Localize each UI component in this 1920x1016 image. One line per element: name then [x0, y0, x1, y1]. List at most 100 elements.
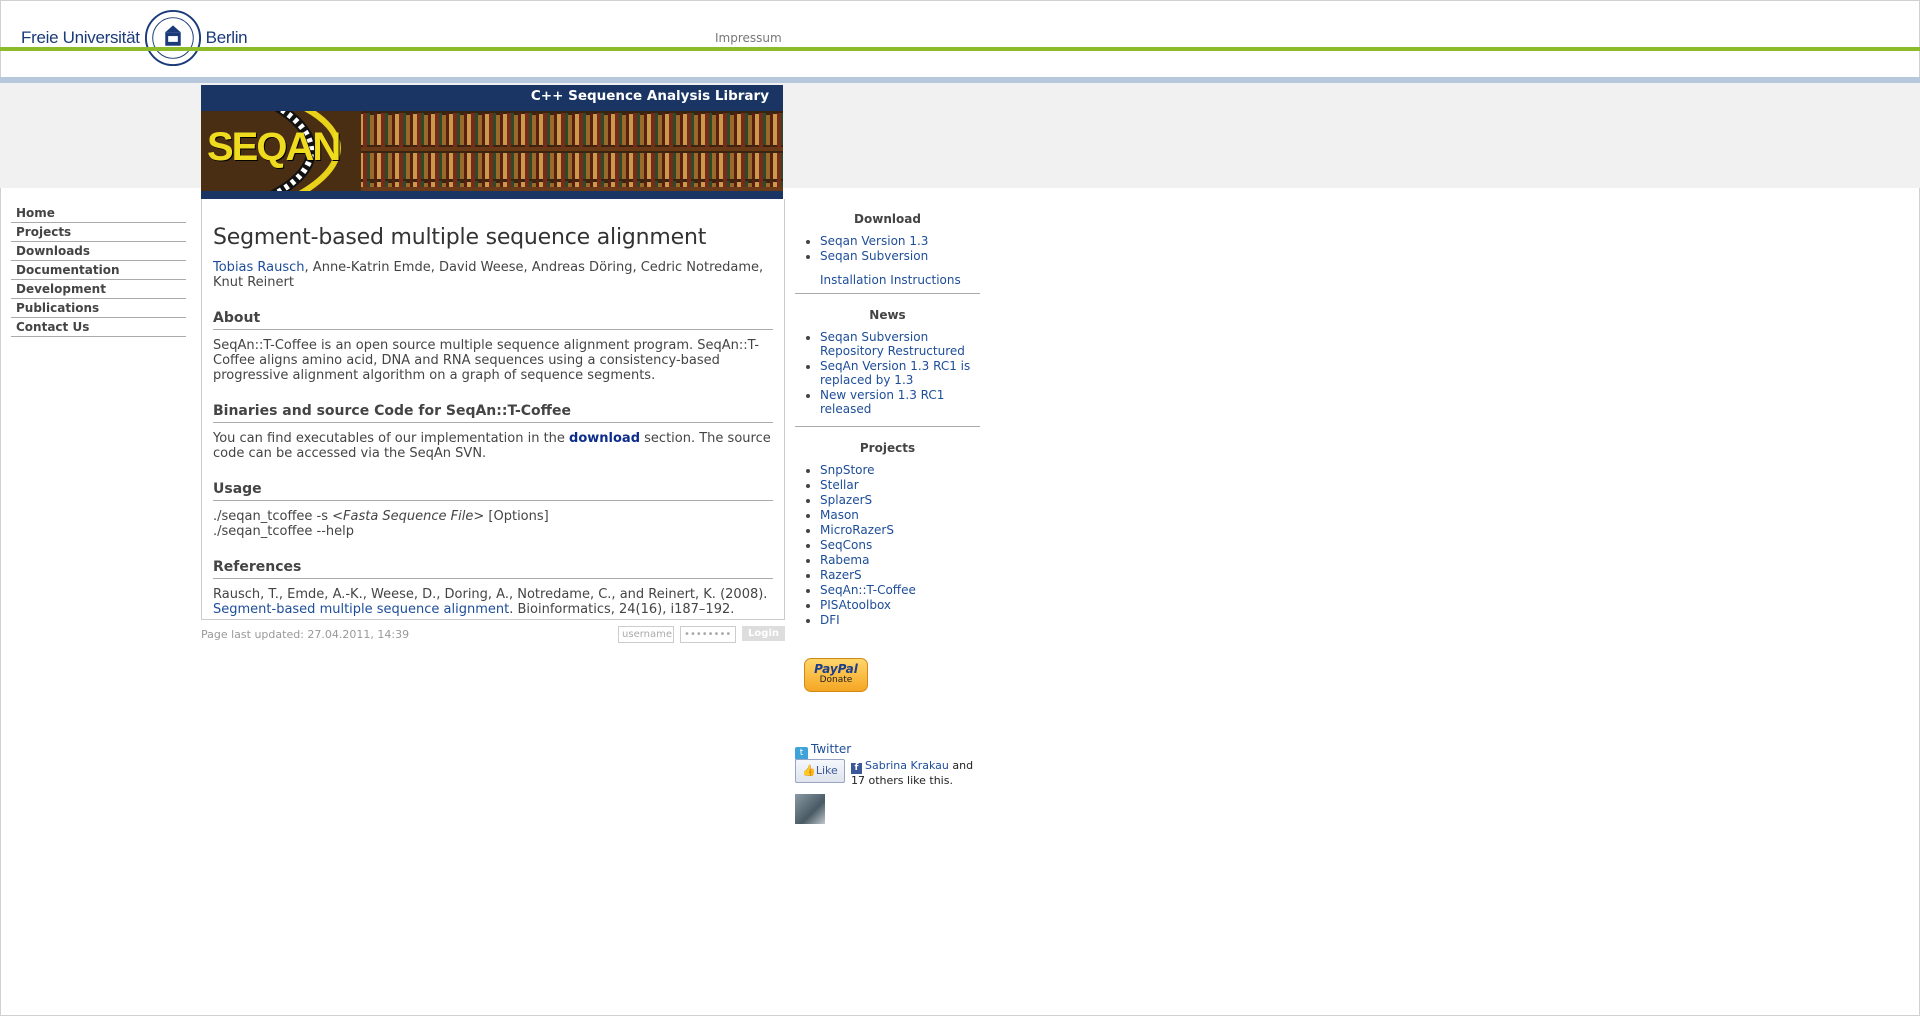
- page-footer: Page last updated: 27.04.2011, 14:39 use…: [201, 626, 785, 643]
- list-item: MicroRazerS: [820, 523, 980, 537]
- download-heading: Download: [854, 212, 921, 226]
- nav-item-downloads[interactable]: Downloads: [11, 242, 186, 261]
- banner-bookshelf-image: SEQAN: [201, 111, 783, 191]
- project-link[interactable]: SnpStore: [820, 463, 875, 477]
- facebook-like-button[interactable]: 👍Like: [795, 759, 845, 783]
- news-list: Seqan Subversion Repository Restructured…: [795, 330, 980, 416]
- password-input[interactable]: ••••••••: [680, 626, 737, 643]
- projects-list: SnpStore Stellar SplazerS Mason MicroRaz…: [795, 463, 980, 627]
- last-updated: Page last updated: 27.04.2011, 14:39: [201, 628, 410, 641]
- project-link[interactable]: SeqAn::T-Coffee: [820, 583, 916, 597]
- project-link[interactable]: Mason: [820, 508, 859, 522]
- nav-item-documentation[interactable]: Documentation: [11, 261, 186, 280]
- divider: [795, 293, 980, 294]
- binaries-heading: Binaries and source Code for SeqAn::T-Co…: [213, 403, 773, 423]
- list-item: RazerS: [820, 568, 980, 582]
- avatar[interactable]: [795, 794, 825, 824]
- download-list: Seqan Version 1.3 Seqan Subversion: [795, 234, 980, 263]
- list-item: Seqan Subversion Repository Restructured: [820, 330, 980, 358]
- news-heading: News: [869, 308, 906, 322]
- paypal-donate-label: Donate: [819, 675, 853, 685]
- list-item: SnpStore: [820, 463, 980, 477]
- list-item: SeqAn Version 1.3 RC1 is replaced by 1.3: [820, 359, 980, 387]
- author-link[interactable]: Tobias Rausch: [213, 260, 305, 275]
- twitter-link[interactable]: Twitter: [811, 742, 851, 756]
- username-input[interactable]: username: [618, 626, 675, 643]
- binaries-text-pre: You can find executables of our implemen…: [213, 431, 570, 446]
- seqan-banner: C++ Sequence Analysis Library SEQAN: [201, 85, 783, 199]
- project-link[interactable]: MicroRazerS: [820, 523, 894, 537]
- list-item: SeqCons: [820, 538, 980, 552]
- download-link-subversion[interactable]: Seqan Subversion: [820, 249, 928, 263]
- news-link[interactable]: New version 1.3 RC1 released: [820, 388, 944, 416]
- facebook-user-link[interactable]: Sabrina Krakau: [865, 759, 949, 772]
- project-link[interactable]: Stellar: [820, 478, 859, 492]
- left-navigation: Home Projects Downloads Documentation De…: [11, 204, 186, 337]
- about-heading: About: [213, 310, 773, 330]
- university-seal-icon: [144, 9, 201, 67]
- page-title: Segment-based multiple sequence alignmen…: [213, 225, 707, 250]
- login-form: username •••••••• Login: [618, 626, 785, 643]
- reference-post: . Bioinformatics, 24(16), i187–192.: [509, 602, 735, 617]
- main-content: Segment-based multiple sequence alignmen…: [201, 199, 785, 620]
- list-item: DFI: [820, 613, 980, 627]
- university-name-right: Berlin: [205, 28, 248, 47]
- twitter-widget: t Twitter: [795, 742, 851, 760]
- project-link[interactable]: Rabema: [820, 553, 869, 567]
- header-green-line: [0, 47, 1920, 51]
- banner-title: C++ Sequence Analysis Library: [530, 88, 769, 104]
- facebook-like-text: f Sabrina Krakau and 17 others like this.: [851, 759, 980, 788]
- usage-line-1-post: > [Options]: [473, 509, 549, 524]
- university-name-left: Freie Universität: [21, 28, 140, 47]
- list-item: New version 1.3 RC1 released: [820, 388, 980, 416]
- reference-text: Rausch, T., Emde, A.-K., Weese, D., Dori…: [213, 587, 773, 617]
- paypal-donate-button[interactable]: PayPal Donate: [804, 658, 868, 692]
- list-item: SeqAn::T-Coffee: [820, 583, 980, 597]
- divider: [795, 426, 980, 427]
- list-item: Mason: [820, 508, 980, 522]
- facebook-icon: f: [851, 763, 862, 774]
- project-link[interactable]: SplazerS: [820, 493, 872, 507]
- university-logo[interactable]: Freie Universität Berlin: [21, 6, 248, 70]
- download-link-seqan-1-3[interactable]: Seqan Version 1.3: [820, 234, 928, 248]
- nav-item-publications[interactable]: Publications: [11, 299, 186, 318]
- usage-line-1-pre: ./seqan_tcoffee -s <: [213, 509, 344, 524]
- project-link[interactable]: PISAtoolbox: [820, 598, 891, 612]
- binaries-text: You can find executables of our implemen…: [213, 431, 773, 461]
- seqan-logo-text: SEQAN: [207, 125, 341, 169]
- paypal-logo: PayPal: [814, 662, 858, 676]
- reference-pre: Rausch, T., Emde, A.-K., Weese, D., Dori…: [213, 587, 768, 602]
- list-item: Stellar: [820, 478, 980, 492]
- news-link[interactable]: SeqAn Version 1.3 RC1 is replaced by 1.3: [820, 359, 970, 387]
- usage-line-2: ./seqan_tcoffee --help: [213, 524, 355, 539]
- nav-item-development[interactable]: Development: [11, 280, 186, 299]
- usage-line-1-em: Fasta Sequence File: [343, 509, 474, 524]
- thumbs-up-icon: 👍: [802, 764, 816, 777]
- project-link[interactable]: DFI: [820, 613, 840, 627]
- project-link[interactable]: SeqCons: [820, 538, 872, 552]
- nav-item-home[interactable]: Home: [11, 204, 186, 223]
- project-link[interactable]: RazerS: [820, 568, 862, 582]
- right-sidebar: Download Seqan Version 1.3 Seqan Subvers…: [795, 212, 980, 628]
- projects-heading: Projects: [859, 441, 916, 455]
- about-text: SeqAn::T-Coffee is an open source multip…: [213, 338, 760, 383]
- impressum-link[interactable]: Impressum: [715, 31, 782, 45]
- list-item: Rabema: [820, 553, 980, 567]
- authors: Tobias Rausch, Anne-Katrin Emde, David W…: [213, 260, 773, 290]
- list-item: Seqan Subversion: [820, 249, 980, 263]
- reference-link[interactable]: Segment-based multiple sequence alignmen…: [213, 602, 509, 617]
- list-item: SplazerS: [820, 493, 980, 507]
- list-item: Seqan Version 1.3: [820, 234, 980, 248]
- facebook-like-box: 👍Like f Sabrina Krakau and 17 others like…: [795, 759, 980, 799]
- login-button[interactable]: Login: [742, 626, 785, 641]
- news-link[interactable]: Seqan Subversion Repository Restructured: [820, 330, 965, 358]
- nav-item-contact-us[interactable]: Contact Us: [11, 318, 186, 337]
- installation-instructions-link[interactable]: Installation Instructions: [820, 273, 961, 287]
- usage-heading: Usage: [213, 481, 773, 501]
- download-link[interactable]: download: [569, 431, 640, 446]
- references-heading: References: [213, 559, 773, 579]
- like-label: Like: [815, 764, 838, 777]
- usage-line-1: ./seqan_tcoffee -s <Fasta Sequence File>…: [213, 509, 773, 524]
- nav-item-projects[interactable]: Projects: [11, 223, 186, 242]
- list-item: PISAtoolbox: [820, 598, 980, 612]
